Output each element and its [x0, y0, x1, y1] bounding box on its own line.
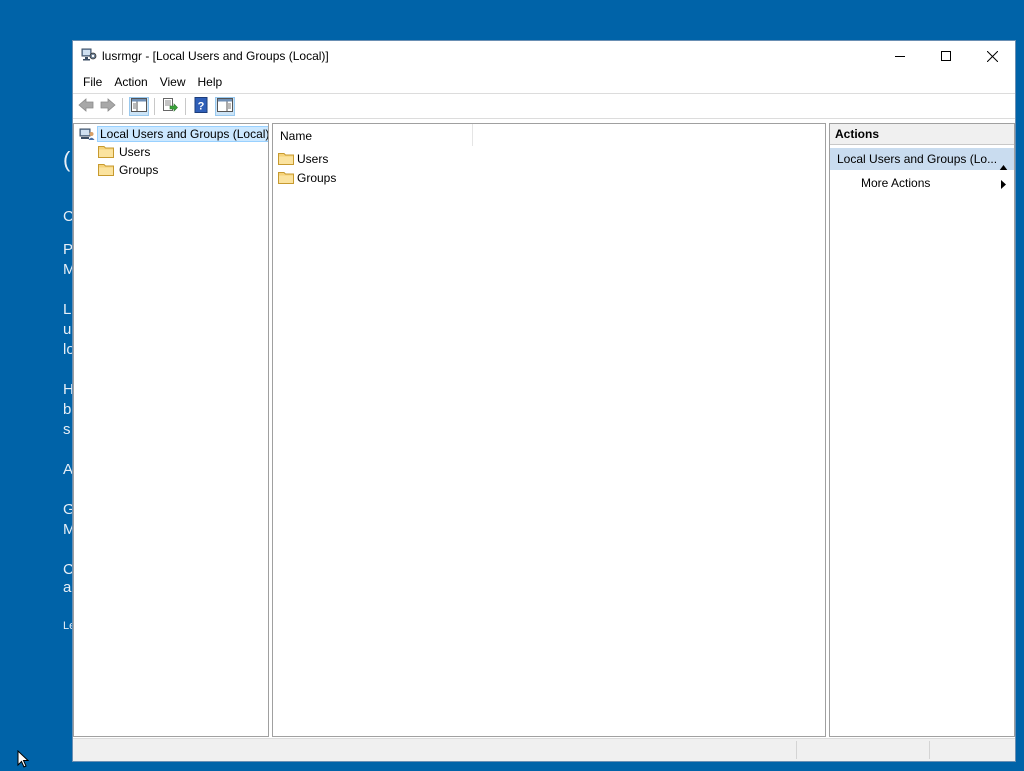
more-actions-item[interactable]: More Actions [861, 173, 930, 193]
folder-icon [278, 170, 294, 186]
toolbar: ? [73, 93, 1015, 119]
status-divider [929, 741, 930, 759]
list-item-label: Users [297, 152, 329, 166]
mmc-window: lusrmgr - [Local Users and Groups (Local… [72, 40, 1016, 762]
menu-help[interactable]: Help [192, 72, 229, 92]
local-users-groups-icon [79, 126, 95, 142]
folder-icon [98, 144, 114, 160]
menu-view[interactable]: View [154, 72, 192, 92]
tree-item-label: Groups [119, 163, 159, 177]
collapse-triangle-icon[interactable] [999, 156, 1008, 170]
window-title: lusrmgr - [Local Users and Groups (Local… [102, 49, 329, 63]
show-hide-console-tree-icon [131, 98, 147, 115]
toolbar-separator [185, 98, 186, 115]
status-divider [796, 741, 797, 759]
folder-icon [278, 151, 294, 167]
export-list-icon [162, 98, 178, 115]
actions-section-label: Local Users and Groups (Lo... [837, 152, 998, 166]
actions-section-header[interactable]: Local Users and Groups (Lo... [830, 148, 1014, 170]
background-text-fragment: ( [63, 147, 71, 172]
forward-arrow-icon [100, 98, 116, 115]
show-hide-console-tree-button[interactable] [129, 97, 149, 116]
column-header-name[interactable]: Name [273, 124, 473, 146]
list-item-users[interactable]: Users [278, 150, 328, 168]
submenu-arrow-icon[interactable] [1001, 178, 1006, 192]
help-button[interactable]: ? [191, 97, 211, 116]
console-tree-pane: Local Users and Groups (Local) Users Gro… [73, 123, 269, 737]
menu-bar: File Action View Help [73, 71, 1015, 93]
actions-header: Actions [830, 124, 1014, 145]
maximize-button[interactable] [923, 41, 969, 71]
close-button[interactable] [969, 41, 1015, 71]
toolbar-separator [122, 98, 123, 115]
help-icon: ? [194, 97, 208, 116]
list-item-groups[interactable]: Groups [278, 169, 336, 187]
background-text-fragment: a [63, 579, 72, 596]
show-hide-action-pane-button[interactable] [215, 97, 235, 116]
tree-item-label: Local Users and Groups (Local) [97, 126, 268, 142]
minimize-button[interactable] [877, 41, 923, 71]
svg-text:?: ? [198, 101, 205, 113]
show-hide-action-pane-icon [217, 98, 233, 115]
back-button[interactable] [76, 97, 96, 116]
tree-item-groups[interactable]: Groups [98, 161, 158, 179]
background-text-fragment: b [63, 401, 72, 418]
tree-item-root[interactable]: Local Users and Groups (Local) [79, 125, 268, 143]
result-pane: Name Users Groups [272, 123, 826, 737]
computer-management-icon [81, 47, 97, 63]
folder-icon [98, 162, 114, 178]
background-text-fragment: L [63, 301, 72, 318]
export-list-button[interactable] [160, 97, 180, 116]
list-item-label: Groups [297, 171, 337, 185]
toolbar-separator [154, 98, 155, 115]
forward-button[interactable] [98, 97, 118, 116]
menu-file[interactable]: File [77, 72, 108, 92]
menu-action[interactable]: Action [108, 72, 153, 92]
title-bar[interactable]: lusrmgr - [Local Users and Groups (Local… [73, 41, 1015, 71]
status-bar [73, 738, 1015, 761]
tree-item-users[interactable]: Users [98, 143, 150, 161]
tree-item-label: Users [119, 145, 151, 159]
background-text-fragment: u [63, 321, 72, 338]
actions-pane: Actions Local Users and Groups (Lo... Mo… [829, 123, 1015, 737]
background-text-fragment: s [63, 421, 71, 438]
back-arrow-icon [78, 98, 94, 115]
